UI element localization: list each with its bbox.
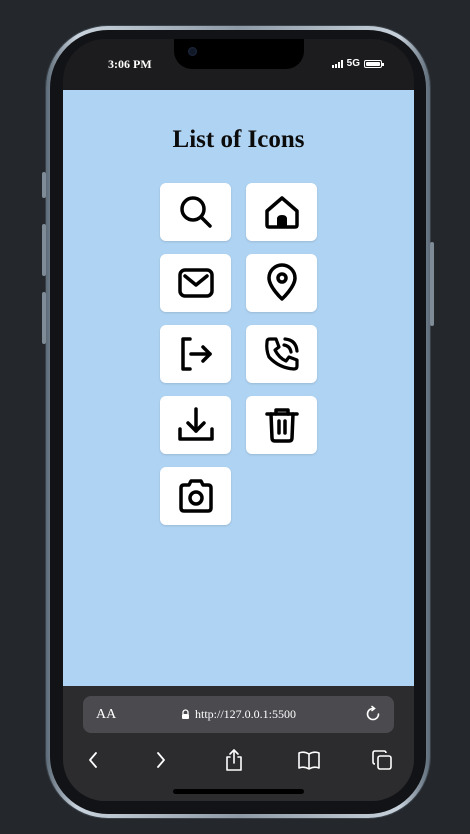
search-icon	[179, 196, 212, 228]
chevron-left-icon	[89, 752, 97, 768]
bookmarks-button[interactable]	[296, 747, 322, 773]
tabs-icon	[372, 750, 392, 770]
address-bar[interactable]: AA http://127.0.0.1:5500	[83, 696, 394, 733]
status-time: 3:06 PM	[108, 57, 152, 71]
icon-grid	[160, 183, 318, 525]
icon-tile-location[interactable]	[246, 254, 317, 312]
reload-icon[interactable]	[364, 705, 382, 723]
network-label: 5G	[346, 58, 360, 69]
home-icon	[264, 196, 299, 229]
share-button[interactable]	[221, 747, 247, 773]
chevron-right-icon	[157, 752, 165, 768]
status-bar: 3:06 PM 5G	[63, 39, 414, 90]
logout-icon	[180, 337, 212, 371]
web-viewport: List of Icons	[63, 90, 414, 686]
browser-nav	[63, 744, 414, 774]
icon-tile-trash[interactable]	[246, 396, 317, 454]
url-text: http://127.0.0.1:5500	[194, 707, 296, 721]
power-button	[430, 242, 434, 326]
page-title: List of Icons	[172, 126, 305, 153]
icon-tile-download[interactable]	[160, 396, 231, 454]
icon-tile-phone[interactable]	[246, 325, 317, 383]
browser-toolbar: AA http://127.0.0.1:5500	[63, 686, 414, 801]
back-button[interactable]	[80, 747, 106, 773]
download-icon	[177, 407, 214, 441]
notch	[174, 39, 304, 69]
forward-button[interactable]	[148, 747, 174, 773]
tabs-button[interactable]	[369, 747, 395, 773]
phone-screen: 3:06 PM 5G List of Icons AA http://127.0…	[63, 39, 414, 801]
battery-icon	[364, 59, 384, 68]
url-display[interactable]: http://127.0.0.1:5500	[83, 707, 394, 722]
trash-icon	[264, 408, 299, 443]
lock-icon	[181, 709, 189, 719]
icon-tile-search[interactable]	[160, 183, 231, 241]
camera-icon	[178, 479, 213, 513]
icon-tile-camera[interactable]	[160, 467, 231, 525]
icon-tile-home[interactable]	[246, 183, 317, 241]
signal-icon	[331, 59, 343, 68]
home-indicator	[173, 789, 304, 794]
volume-up-button	[42, 224, 46, 276]
location-pin-icon	[266, 263, 297, 301]
silent-switch	[42, 172, 46, 198]
front-camera	[188, 47, 197, 56]
icon-tile-mail[interactable]	[160, 254, 231, 312]
icon-tile-logout[interactable]	[160, 325, 231, 383]
mail-icon	[177, 268, 214, 298]
phone-call-icon	[264, 337, 299, 371]
status-indicators: 5G	[331, 58, 384, 69]
book-icon	[298, 751, 320, 770]
volume-down-button	[42, 292, 46, 344]
share-icon	[226, 749, 242, 771]
